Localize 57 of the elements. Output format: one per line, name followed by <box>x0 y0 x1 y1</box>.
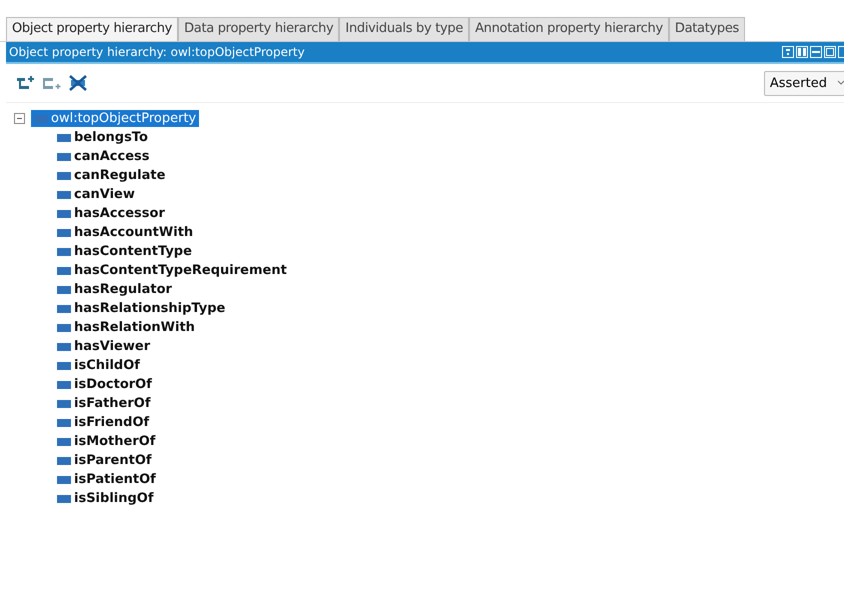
tree-item[interactable]: hasContentType <box>54 243 195 260</box>
tree-item[interactable]: belongsTo <box>54 129 151 146</box>
panel-title: Object property hierarchy: owl:topObjectProperty <box>8 45 306 59</box>
tree-item[interactable]: isMotherOf <box>54 433 158 450</box>
property-icon <box>57 286 71 294</box>
tab[interactable]: Object property hierarchy <box>6 17 178 41</box>
tree-item[interactable]: hasRelationWith <box>54 319 198 336</box>
caret-icon <box>837 80 844 86</box>
tree-item[interactable]: hasRelationshipType <box>54 300 228 317</box>
property-icon <box>57 400 71 408</box>
tree-item[interactable]: canView <box>54 186 138 203</box>
property-icon <box>57 152 71 160</box>
tree-item[interactable]: isDoctorOf <box>54 376 155 393</box>
tree-item[interactable]: owl:topObjectProperty <box>31 110 200 127</box>
tab[interactable]: Individuals by type <box>339 17 470 41</box>
property-icon <box>57 210 71 218</box>
tree-item[interactable]: isFriendOf <box>54 414 152 431</box>
property-icon <box>57 362 71 370</box>
tree-item[interactable]: canRegulate <box>54 167 168 184</box>
property-icon <box>57 190 71 198</box>
property-icon <box>57 266 71 274</box>
tab[interactable]: Datatypes <box>668 17 746 41</box>
property-icon <box>57 134 71 142</box>
property-icon <box>57 172 71 180</box>
add-sibling-icon[interactable] <box>42 75 62 91</box>
tree-item[interactable]: isPatientOf <box>54 471 159 488</box>
property-icon <box>57 456 71 464</box>
split-vertical-icon[interactable] <box>796 46 808 58</box>
tree-item[interactable]: canAccess <box>54 148 152 165</box>
property-icon <box>34 114 48 122</box>
property-icon <box>57 342 71 350</box>
property-icon <box>57 494 71 502</box>
tree-item[interactable]: isFatherOf <box>54 395 154 412</box>
property-icon <box>57 304 71 312</box>
property-icon <box>57 248 71 256</box>
tree-item[interactable]: hasAccountWith <box>54 224 196 241</box>
maximize-icon[interactable] <box>824 46 836 58</box>
property-icon <box>57 228 71 236</box>
tree-item[interactable]: hasContentTypeRequirement <box>54 262 290 279</box>
tree-item[interactable]: isParentOf <box>54 452 155 469</box>
tree-item[interactable]: hasAccessor <box>54 205 168 222</box>
property-icon <box>57 438 71 446</box>
property-icon <box>57 418 71 426</box>
add-subproperty-icon[interactable] <box>16 75 36 91</box>
tab[interactable]: Data property hierarchy <box>178 17 340 41</box>
property-icon <box>57 324 71 332</box>
split-horizontal-icon[interactable] <box>810 46 822 58</box>
property-icon <box>57 380 71 388</box>
tree-item[interactable]: isSiblingOf <box>54 490 156 507</box>
tree-item[interactable]: isChildOf <box>54 357 143 374</box>
property-icon <box>57 476 71 484</box>
view-select[interactable]: Asserted <box>764 70 844 96</box>
tab[interactable]: Annotation property hierarchy <box>469 17 669 41</box>
tree-item[interactable]: hasViewer <box>54 338 154 355</box>
delete-icon[interactable] <box>68 75 88 91</box>
tree-item[interactable]: hasRegulator <box>54 281 175 298</box>
collapse-icon[interactable] <box>14 113 25 124</box>
